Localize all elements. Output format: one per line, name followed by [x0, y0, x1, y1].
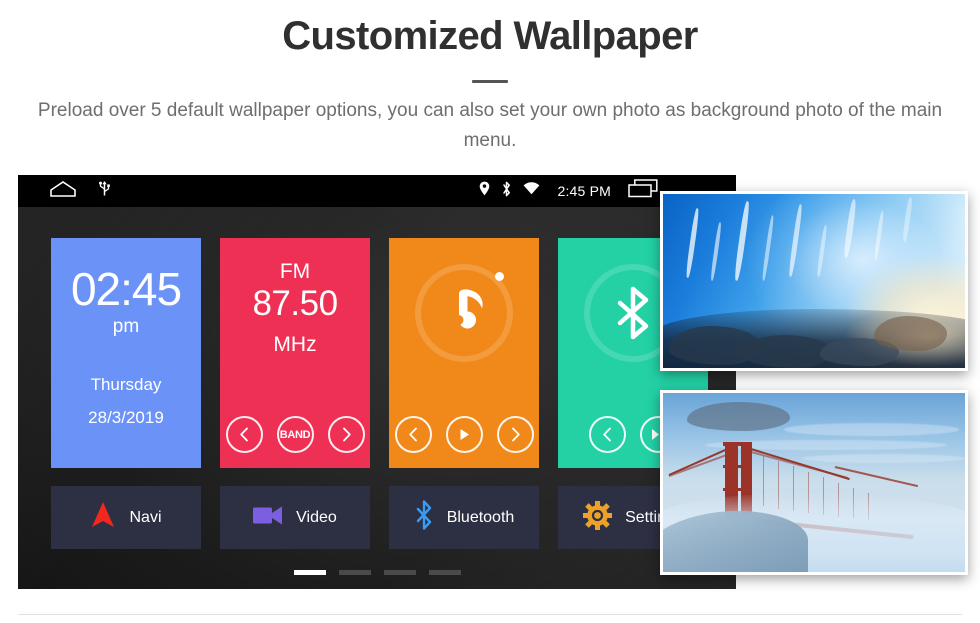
title-divider [472, 80, 508, 83]
location-pin-icon [479, 181, 490, 201]
radio-band-button[interactable]: BAND [276, 416, 314, 453]
golden-gate-bridge-wallpaper[interactable] [660, 390, 968, 575]
page-dot[interactable] [338, 570, 371, 575]
bluetooth-icon [606, 286, 660, 340]
music-controls [389, 416, 539, 453]
gear-icon [583, 500, 613, 535]
clock-meridiem: pm [112, 316, 140, 337]
headland [663, 511, 808, 572]
radio-band: FM [279, 260, 311, 283]
radio-next-button[interactable] [327, 416, 365, 453]
shortcut-bar: Navi Video Bluetooth Settings [51, 486, 711, 549]
tile-music[interactable] [389, 238, 539, 468]
tile-grid: 02:45 pm Thursday 28/3/2019 FM 87.50 MHz… [51, 238, 711, 468]
music-play-button[interactable] [445, 416, 483, 453]
bluetooth-icon [414, 500, 434, 535]
radio-frequency: 87.50 [252, 284, 338, 323]
progress-dot [495, 272, 504, 281]
page-dot[interactable] [293, 570, 326, 575]
shortcut-bluetooth[interactable]: Bluetooth [389, 486, 539, 549]
radio-controls: BAND [220, 416, 370, 453]
page-subtitle: Preload over 5 default wallpaper options… [37, 100, 943, 151]
usb-icon[interactable] [98, 180, 111, 202]
music-ring-wrap [389, 260, 539, 400]
shortcut-bluetooth-label: Bluetooth [446, 508, 515, 526]
status-bar-clock: 2:45 PM [557, 183, 611, 199]
page-root: Customized Wallpaper Preload over 5 defa… [0, 0, 980, 623]
wifi-icon [523, 182, 540, 200]
cloud [687, 401, 790, 431]
shortcut-video-label: Video [296, 508, 337, 526]
clock-date: 28/3/2019 [88, 408, 164, 427]
status-bar: 2:45 PM [18, 175, 736, 207]
clock-weekday: Thursday [90, 375, 162, 394]
bluetooth-prev-button[interactable] [589, 416, 626, 453]
page-indicator [18, 570, 736, 575]
shortcut-navi[interactable]: Navi [51, 486, 201, 549]
shortcut-navi-label: Navi [129, 508, 162, 526]
ice-cave-wallpaper[interactable] [660, 191, 968, 371]
footer-divider [18, 614, 962, 615]
music-next-button[interactable] [496, 416, 534, 453]
page-dot[interactable] [383, 570, 416, 575]
recents-icon[interactable] [628, 179, 658, 203]
header: Customized Wallpaper Preload over 5 defa… [0, 0, 980, 172]
home-icon[interactable] [50, 180, 76, 202]
video-camera-icon [253, 505, 283, 531]
tile-radio[interactable]: FM 87.50 MHz BAND [220, 238, 370, 468]
clock-time: 02:45 [70, 263, 182, 315]
navigation-arrow-icon [90, 501, 116, 534]
music-prev-button[interactable] [394, 416, 432, 453]
ice-cave-photo [663, 194, 965, 368]
head-unit-screen: 2:45 PM 02:45 pm Thursday 28/3/2019 FM 8… [18, 175, 736, 589]
radio-unit: MHz [273, 333, 317, 356]
radio-prev-button[interactable] [225, 416, 263, 453]
golden-gate-photo [663, 393, 965, 572]
page-dot[interactable] [428, 570, 461, 575]
shortcut-video[interactable]: Video [220, 486, 370, 549]
tile-clock[interactable]: 02:45 pm Thursday 28/3/2019 [51, 238, 201, 468]
page-title: Customized Wallpaper [282, 14, 698, 58]
bluetooth-icon [501, 181, 512, 202]
music-note-icon [437, 286, 491, 340]
